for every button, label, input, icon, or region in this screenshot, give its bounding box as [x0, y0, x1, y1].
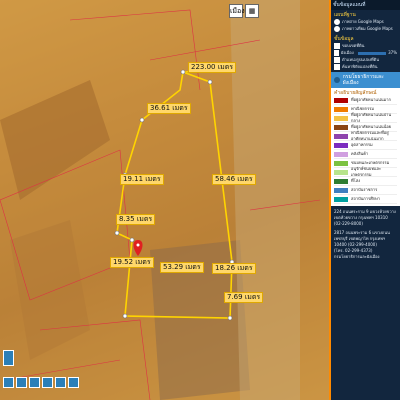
- radio-icon: [334, 19, 340, 25]
- legend-header: กรมโยธาธิการและผังเมือง: [331, 72, 400, 88]
- legend-item: สถาบันราชการ: [334, 186, 397, 195]
- legend-swatch: [334, 187, 348, 193]
- legend-swatch: [334, 151, 348, 157]
- legend-label: ที่อยู่อาศัยหนาแน่นมาก: [351, 97, 391, 102]
- base-option[interactable]: ภาพถ่าย Google Maps: [334, 19, 397, 25]
- legend-label: สถาบันราชการ: [351, 187, 378, 192]
- legend-label: ที่โล่ง: [351, 178, 361, 183]
- checkbox-icon: [334, 64, 340, 70]
- legend: คำอธิบายสัญลักษณ์ ที่อยู่อาศัยหนาแน่นมาก…: [331, 88, 400, 206]
- panel-title: ชั้นข้อมูลแผนที่: [331, 0, 400, 10]
- checkbox-icon: [334, 57, 340, 63]
- opacity-slider[interactable]: [357, 51, 387, 55]
- checkbox-icon: [334, 43, 340, 49]
- legend-item: สถาบันการศึกษา: [334, 195, 397, 204]
- layer-panel: ชั้นข้อมูลแผนที่ แผนที่ฐาน ภาพถ่าย Googl…: [331, 0, 400, 400]
- legend-swatch: [334, 133, 348, 139]
- legend-swatch: [334, 142, 348, 148]
- measure-label: 36.61 เมตร: [147, 103, 191, 114]
- legend-item: ที่อยู่อาศัยหนาแน่นปานกลาง: [334, 112, 397, 123]
- print-icon[interactable]: [68, 377, 79, 388]
- location-icon[interactable]: [3, 377, 14, 388]
- checkbox-icon: [334, 50, 339, 56]
- legend-label: คลังสินค้า: [351, 151, 369, 156]
- measure-label: 19.52 เมตร: [110, 257, 154, 268]
- legend-swatch: [334, 178, 348, 184]
- layer-toggle[interactable]: ขอบเขตที่ดิน: [334, 43, 397, 49]
- ruler-icon[interactable]: [29, 377, 40, 388]
- zoom-label[interactable]: เมือง: [229, 4, 245, 18]
- legend-swatch: [334, 169, 348, 175]
- map-view[interactable]: 223.00 เมตร 36.61 เมตร 19.11 เมตร 8.35 เ…: [0, 0, 331, 400]
- measure-label: 18.26 เมตร: [212, 263, 256, 274]
- share-icon[interactable]: [55, 377, 66, 388]
- department-logo-icon: [334, 77, 340, 83]
- legend-label: อุตสาหกรรม: [351, 142, 373, 147]
- legend-label: อนุรักษ์ชนบทและเกษตรกรรม: [351, 166, 382, 177]
- legend-label: สถาบันการศึกษา: [351, 196, 381, 201]
- map-top-controls: เมือง ▦: [229, 4, 259, 18]
- measure-label: 223.00 เมตร: [188, 62, 237, 73]
- legend-item: พาณิชยกรรมและที่อยู่อาศัยหนาแน่นมาก: [334, 130, 397, 141]
- street-view-pegman-icon[interactable]: [3, 350, 14, 366]
- contact-info: 224 ถนนพระราม 9 แขวงห้วยขวาง เขตห้วยขวาง…: [334, 209, 396, 259]
- legend-swatch: [334, 97, 348, 103]
- legend-item: ที่โล่ง: [334, 177, 397, 186]
- radio-icon: [334, 26, 340, 32]
- layers-icon[interactable]: ▦: [245, 4, 259, 18]
- area-icon[interactable]: [42, 377, 53, 388]
- legend-swatch: [334, 115, 348, 121]
- legend-swatch: [334, 124, 348, 130]
- base-map-title: แผนที่ฐาน: [334, 12, 356, 18]
- legend-item: ที่อยู่อาศัยหนาแน่นมาก: [334, 96, 397, 105]
- map-overlay: [0, 0, 331, 400]
- legend-label: พาณิชยกรรมและที่อยู่อาศัยหนาแน่นมาก: [351, 130, 389, 141]
- layer-toggle[interactable]: ตำแหน่งรูปแปลงที่ดิน: [334, 57, 397, 63]
- measure-icon[interactable]: [16, 377, 27, 388]
- layer-toggle[interactable]: ผังเมือง 37%: [334, 50, 397, 56]
- measure-label: 8.35 เมตร: [116, 214, 156, 225]
- legend-item: คลังสินค้า: [334, 150, 397, 159]
- layer-toggle[interactable]: ค้นหาพิกัดแปลงที่ดิน: [334, 64, 397, 70]
- base-option[interactable]: ภาพดาวเทียม Google Maps: [334, 26, 397, 32]
- measure-label: 58.46 เมตร: [212, 174, 256, 185]
- legend-swatch: [334, 160, 348, 166]
- measure-label: 53.29 เมตร: [160, 262, 204, 273]
- legend-swatch: [334, 196, 348, 202]
- layer-title: ชั้นข้อมูล: [334, 36, 354, 42]
- measure-label: 7.69 เมตร: [224, 292, 264, 303]
- legend-item: อุตสาหกรรม: [334, 141, 397, 150]
- legend-label: ที่อยู่อาศัยหนาแน่นปานกลาง: [351, 112, 392, 123]
- legend-item: อนุรักษ์ชนบทและเกษตรกรรม: [334, 166, 397, 177]
- map-tools: [3, 377, 79, 388]
- legend-swatch: [334, 106, 348, 112]
- measure-label: 19.11 เมตร: [120, 174, 164, 185]
